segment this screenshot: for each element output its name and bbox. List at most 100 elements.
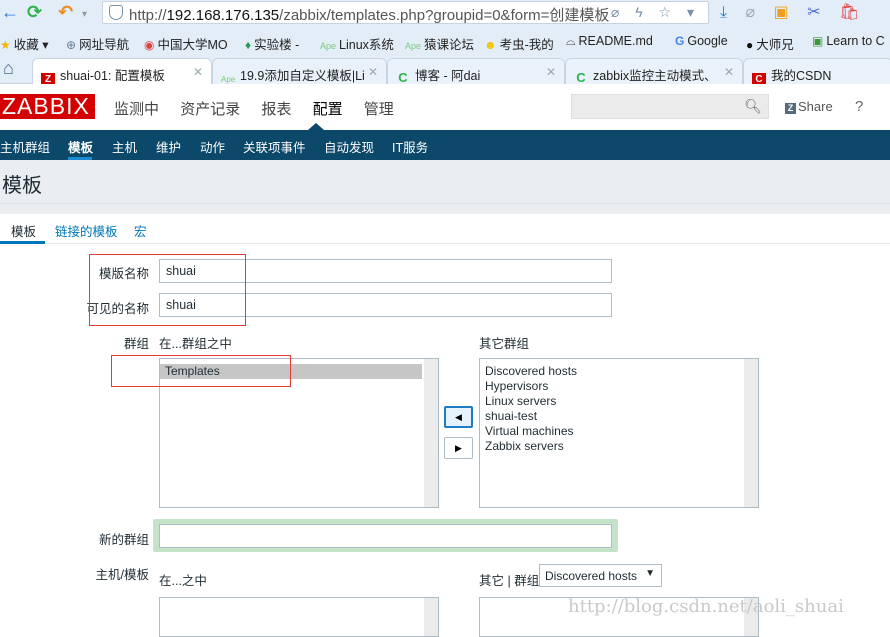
browser-tab[interactable]: Czabbix监控主动模式、 ✕ [565, 58, 743, 85]
active-tab-indicator [0, 241, 45, 244]
browser-tab[interactable]: Ape 19.9添加自定义模板|Li ✕ [212, 58, 387, 84]
url-text[interactable]: http://192.168.176.135/zabbix/templates.… [129, 4, 609, 25]
browser-tab-strip: ⌂ Zshuai-01: 配置模板 ✕ Ape 19.9添加自定义模板|Li ✕ C博… [0, 55, 890, 87]
in-groups-label: 在...群组之中 [159, 337, 232, 351]
visible-name-input[interactable]: shuai [159, 293, 612, 317]
list-item[interactable]: Hypervisors [480, 379, 758, 394]
github-icon: ● [746, 38, 754, 52]
bookmark-item[interactable]: Ape 猿课论坛 [405, 34, 474, 53]
sub-menu: 主机群组 模板 主机 维护 动作 关联项事件 自动发现 IT服务 [0, 130, 890, 160]
bookmark-item[interactable]: ⊕ 网址导航 [66, 34, 129, 53]
form-tabs: 模板 链接的模板 宏 [0, 214, 890, 244]
move-right-button[interactable]: ▶ [444, 437, 473, 459]
list-item[interactable]: Discovered hosts [480, 364, 758, 379]
bookmark-item[interactable]: ▣ Learn to C [812, 34, 885, 48]
bookmark-item[interactable]: ★ 收藏 ▾ [0, 34, 49, 53]
globe-icon: ⊕ [66, 38, 77, 52]
groups-label: 群组 [123, 337, 149, 351]
in-label: 在...之中 [159, 574, 207, 588]
template-name-label: 模版名称 [98, 267, 149, 281]
submenu-maintenance[interactable]: 维护 [156, 137, 181, 156]
csdn-green-favicon-icon: C [576, 70, 586, 85]
menu-inventory[interactable]: 资产记录 [180, 101, 240, 118]
new-group-input[interactable] [159, 524, 612, 548]
undo-dropdown-icon[interactable]: ▾ [82, 5, 87, 25]
watermark: http://blog.csdn.net/aoli_shuai [568, 596, 844, 617]
bookmarks-bar: ★ 收藏 ▾ ⊕ 网址导航 ◉ 中国大学MO ♦ 实验楼 - Ape Linux系统 Ap… [0, 27, 890, 55]
search-icon[interactable]: 🔍︎ [744, 98, 762, 115]
other-groups-listbox[interactable]: Discovered hosts Hypervisors Linux serve… [479, 358, 759, 508]
url-action-icons[interactable]: ⌀ ϟ ☆ ▾ [611, 4, 700, 21]
bookmark-item[interactable]: ⌓ README.md [566, 34, 653, 49]
menu-reports[interactable]: 报表 [261, 101, 291, 118]
list-item[interactable]: Templates [160, 364, 422, 379]
list-item[interactable]: shuai-test [480, 409, 758, 424]
scrollbar[interactable] [424, 359, 438, 507]
address-bar[interactable]: http://192.168.176.135/zabbix/templates.… [102, 1, 709, 24]
shield-icon [109, 5, 123, 20]
other-group-label: 其它 | 群组 [479, 574, 540, 588]
in-groups-listbox[interactable]: Templates [159, 358, 439, 508]
help-icon[interactable]: ? [855, 98, 863, 115]
shop-icon[interactable]: 🛍 [839, 2, 859, 22]
bookmark-item[interactable]: ♦ 实验楼 - [245, 34, 299, 53]
close-tab-icon[interactable]: ✕ [193, 65, 203, 79]
refresh-icon[interactable]: ⟳ [27, 2, 42, 22]
browser-tab[interactable]: C 博客 - 阿dai ✕ [387, 58, 565, 85]
device-icon[interactable]: ▣ [774, 2, 789, 22]
submenu-it-services[interactable]: IT服务 [392, 137, 428, 156]
download-icon[interactable]: ⤓ [720, 4, 727, 22]
zabbix-header: ZABBIX 监测中 资产记录 报表 配置 管理 🔍︎ Z Share ? [0, 84, 890, 130]
submenu-actions[interactable]: 动作 [200, 137, 225, 156]
bookmark-item[interactable]: G Google [675, 34, 728, 48]
list-item[interactable]: Linux servers [480, 394, 758, 409]
home-icon[interactable]: ⌂ [3, 58, 14, 79]
learn-icon: ▣ [812, 34, 824, 48]
dropdown-arrow-icon: ▼ [645, 568, 655, 579]
list-item[interactable]: Zabbix servers [480, 439, 758, 454]
bookmark-item[interactable]: ☻ 考虫-我的 [484, 34, 554, 53]
scrollbar[interactable] [424, 598, 438, 636]
submenu-discovery[interactable]: 自动发现 [324, 137, 374, 156]
undo-icon[interactable]: ↶ [58, 2, 73, 22]
mooc-icon: ◉ [144, 38, 155, 52]
submenu-host-groups[interactable]: 主机群组 [0, 137, 50, 156]
close-tab-icon[interactable]: ✕ [368, 65, 378, 79]
close-tab-icon[interactable]: ✕ [546, 65, 556, 79]
shiyanlou-icon: ♦ [245, 38, 252, 52]
bookmark-item[interactable]: ● 大师兄 [746, 34, 794, 53]
kaochong-icon: ☻ [484, 38, 497, 52]
in-hosts-listbox[interactable] [159, 597, 439, 637]
zabbix-logo[interactable]: ZABBIX [0, 94, 95, 119]
browser-toolbar: ← ⟳ ↶ ▾ http://192.168.176.135/zabbix/te… [0, 0, 890, 27]
page-header: 模板 [0, 160, 890, 204]
template-name-input[interactable]: shuai [159, 259, 612, 283]
tab-linked-templates[interactable]: 链接的模板 [55, 221, 118, 240]
search-input[interactable]: 🔍︎ [571, 94, 769, 119]
leaf-icon[interactable]: ⌀ [746, 2, 756, 22]
menu-configuration[interactable]: 配置 [313, 101, 343, 118]
share-link[interactable]: Z Share [785, 99, 833, 114]
menu-monitoring[interactable]: 监测中 [114, 101, 159, 118]
list-item[interactable]: Virtual machines [480, 424, 758, 439]
scrollbar[interactable] [744, 359, 758, 507]
page-gap [0, 204, 890, 214]
browser-tab[interactable]: Zshuai-01: 配置模板 ✕ [32, 58, 212, 87]
tab-macros[interactable]: 宏 [134, 221, 147, 240]
group-select[interactable]: Discovered hosts ▼ [539, 564, 662, 587]
scissors-icon[interactable]: ✂ [807, 2, 820, 22]
star-icon: ★ [0, 38, 11, 52]
close-tab-icon[interactable]: ✕ [724, 65, 734, 79]
tab-template[interactable]: 模板 [11, 221, 36, 240]
bookmark-item[interactable]: Ape Linux系统 [320, 34, 394, 53]
bookmark-item[interactable]: ◉ 中国大学MO [144, 34, 228, 53]
readme-icon: ⌓ [566, 34, 576, 48]
submenu-hosts[interactable]: 主机 [112, 137, 137, 156]
submenu-templates[interactable]: 模板 [68, 137, 93, 156]
browser-tab[interactable]: C 我的CSDN [743, 58, 890, 87]
menu-administration[interactable]: 管理 [364, 101, 394, 118]
visible-name-label: 可见的名称 [86, 302, 149, 316]
back-icon[interactable]: ← [1, 2, 19, 22]
submenu-event-correlation[interactable]: 关联项事件 [243, 137, 306, 156]
move-left-button[interactable]: ◀ [444, 406, 473, 428]
